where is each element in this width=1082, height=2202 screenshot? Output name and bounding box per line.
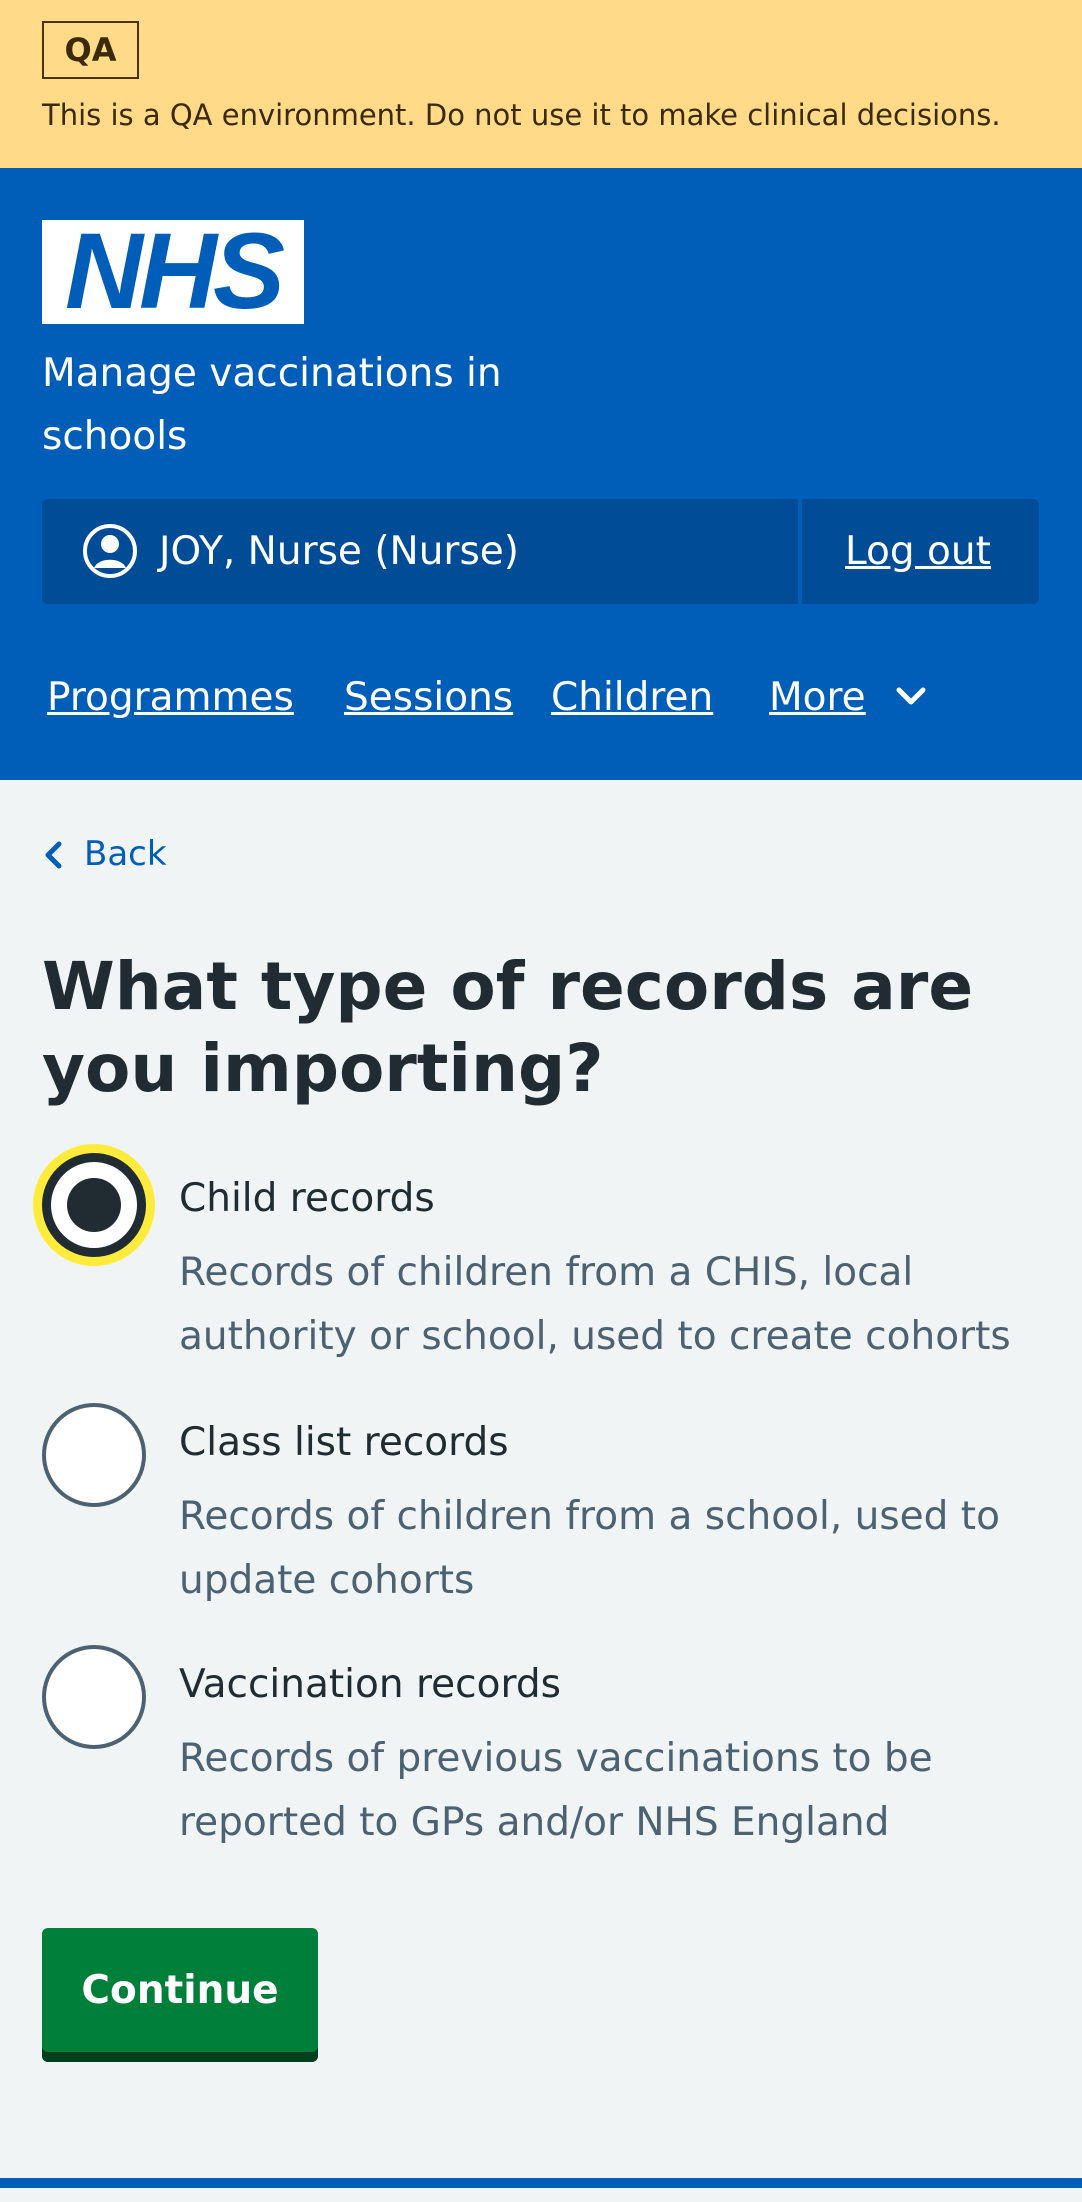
nhs-logo[interactable]: NHS xyxy=(42,220,304,324)
radio-button[interactable] xyxy=(42,1153,146,1257)
qa-warning-text: This is a QA environment. Do not use it … xyxy=(42,98,1001,132)
account-divider xyxy=(798,499,802,604)
service-name: Manage vaccinations in schools xyxy=(42,351,502,459)
chevron-left-icon xyxy=(45,841,62,869)
back-link-label: Back xyxy=(84,834,167,874)
chevron-down-icon[interactable] xyxy=(893,682,929,712)
radio-label[interactable]: Class list records xyxy=(179,1417,509,1469)
radio-hint: Records of children from a school, used … xyxy=(179,1494,1000,1603)
user-icon xyxy=(83,524,137,578)
nav-more[interactable]: More xyxy=(769,658,866,738)
radio-button[interactable] xyxy=(42,1403,146,1507)
radio-hint: Records of previous vaccinations to be r… xyxy=(179,1736,933,1845)
qa-environment-banner: QA This is a QA environment. Do not use … xyxy=(0,0,1082,168)
footer-border xyxy=(0,2178,1082,2188)
user-name: JOY, Nurse (Nurse) xyxy=(159,529,519,574)
qa-tag: QA xyxy=(42,21,139,79)
continue-button[interactable]: Continue xyxy=(42,1928,318,2052)
account-bar: JOY, Nurse (Nurse) Log out xyxy=(42,499,1039,604)
radio-label[interactable]: Child records xyxy=(179,1173,435,1225)
radio-label[interactable]: Vaccination records xyxy=(179,1659,561,1711)
nhs-logo-graphic: NHS xyxy=(42,220,304,324)
radio-hint: Records of children from a CHIS, local a… xyxy=(179,1250,1011,1359)
svg-text:NHS: NHS xyxy=(65,220,284,324)
logout-link[interactable]: Log out xyxy=(845,499,991,604)
nav-children[interactable]: Children xyxy=(551,658,713,738)
radio-selected-dot xyxy=(67,1178,121,1232)
nav-programmes[interactable]: Programmes xyxy=(47,658,294,738)
page-title: What type of records are you importing? xyxy=(42,948,974,1107)
radio-button[interactable] xyxy=(42,1645,146,1749)
nav-sessions[interactable]: Sessions xyxy=(344,658,513,738)
primary-navigation: Programmes Sessions Children More xyxy=(0,658,1082,738)
account-user: JOY, Nurse (Nurse) xyxy=(42,499,798,604)
site-header: NHS Manage vaccinations in schools JOY, … xyxy=(0,168,1082,780)
